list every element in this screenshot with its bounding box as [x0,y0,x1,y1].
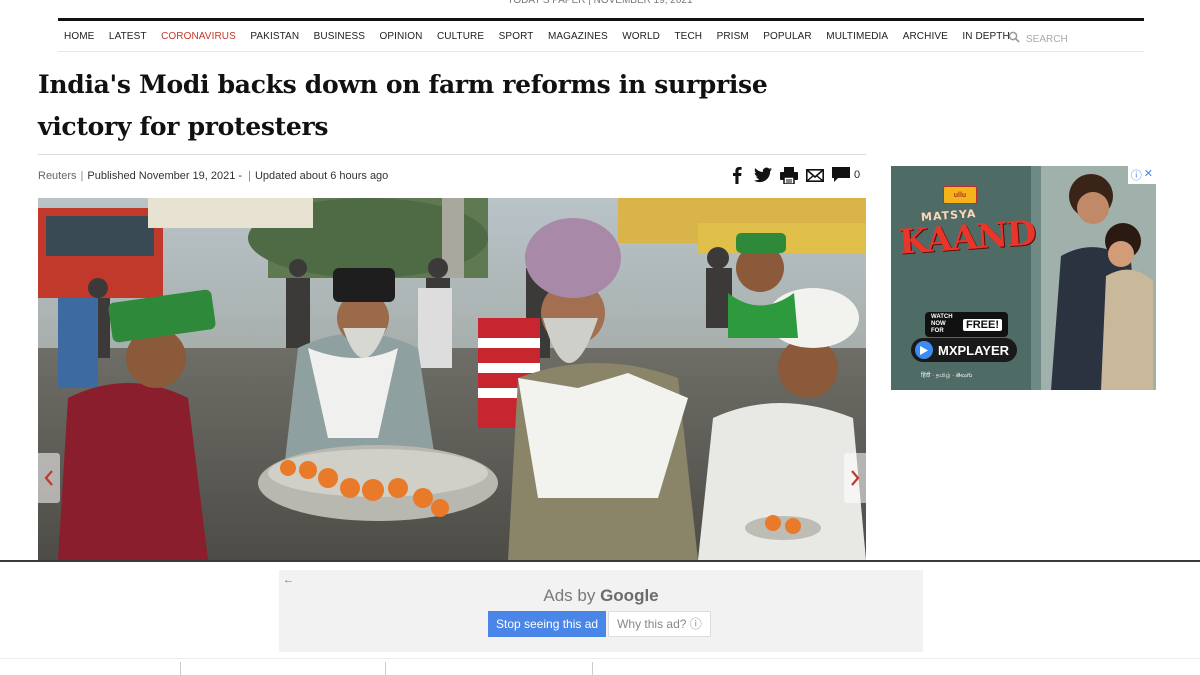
nav-item-latest[interactable]: LATEST [109,31,147,42]
nav-item-culture[interactable]: CULTURE [437,31,484,42]
email-icon[interactable] [806,166,824,184]
nav-item-home[interactable]: HOME [64,31,94,42]
divider [180,662,181,675]
facebook-icon[interactable] [728,166,746,184]
nav-items: HOME LATEST CORONAVIRUS PAKISTAN BUSINESS OPI… [58,31,1024,42]
ad-choices[interactable]: ⓘ ✕ [1127,166,1156,184]
divider [592,662,593,675]
search-input[interactable] [1026,33,1086,45]
anchor-ad-overlay: ← Ads by Google Stop seeing this ad Why … [0,560,1200,658]
ads-feedback-panel: ← Ads by Google Stop seeing this ad Why … [279,570,923,652]
print-icon[interactable] [780,166,798,184]
nav-item-tech[interactable]: TECH [674,31,702,42]
divider [385,662,386,675]
why-this-ad-label: Why this ad? [617,617,687,631]
nav-item-coronavirus[interactable]: CORONAVIRUS [161,31,236,42]
ad-brand-logo: ullu [943,186,977,204]
nav-item-opinion[interactable]: OPINION [380,31,423,42]
comment-count[interactable]: 0 [854,169,860,181]
google-label: Google [600,586,659,605]
article-source[interactable]: Reuters [38,170,77,182]
meta-separator: | [248,170,251,182]
published-date: Published November 19, 2021 - [87,170,243,182]
twitter-icon[interactable] [754,166,772,184]
comment-icon[interactable] [832,166,850,184]
mxplayer-label: MXPLAYER [938,342,1010,358]
nav-item-pakistan[interactable]: PAKISTAN [250,31,299,42]
chevron-right-icon [851,470,860,486]
back-arrow-icon[interactable]: ← [283,574,294,586]
article-headline: India's Modi backs down on farm reforms … [38,70,768,141]
article-photo [38,198,866,560]
ads-by-google: Ads by Google [279,586,923,606]
ads-buttons: Stop seeing this ad Why this ad? ⓘ [488,611,711,637]
ad-watch-badge: WATCH NOW FOR FREE! [925,312,1008,337]
meta-separator: | [80,170,84,182]
slider-prev-button[interactable] [38,453,60,503]
dateline-text: TODAY'S PAPER | NOVEMBER 19, 2021 [507,0,693,6]
share-bar: 0 [728,166,860,184]
protest-photo-illustration [38,198,866,560]
bottom-strip [0,658,1200,675]
nav-item-prism[interactable]: PRISM [717,31,749,42]
nav-item-world[interactable]: WORLD [622,31,660,42]
divider [38,154,866,155]
search-icon[interactable] [1008,30,1020,48]
nav-item-in-depth[interactable]: IN DEPTH [962,31,1009,42]
updated-time: Updated about 6 hours ago [254,170,389,182]
nav-item-magazines[interactable]: MAGAZINES [548,31,608,42]
why-this-ad-button[interactable]: Why this ad? ⓘ [608,611,711,637]
ad-languages: हिंदी · தமிழ் · తెలుగు [921,373,973,379]
main-nav: HOME LATEST CORONAVIRUS PAKISTAN BUSINESS OPI… [58,18,1144,52]
play-icon [915,341,933,359]
ad-watch-label: WATCH NOW FOR [931,314,953,334]
nav-item-archive[interactable]: ARCHIVE [903,31,948,42]
slider-next-button[interactable] [844,453,866,503]
side-advertisement[interactable]: ⓘ ✕ ullu MATSYA KAAND WATCH NOW FOR FREE… [891,166,1156,390]
close-icon[interactable]: ✕ [1144,167,1153,183]
nav-item-multimedia[interactable]: MULTIMEDIA [826,31,888,42]
info-icon[interactable]: ⓘ [1131,167,1142,183]
ad-free-label: FREE! [963,318,1002,331]
info-icon: ⓘ [689,617,702,631]
nav-item-sport[interactable]: SPORT [499,31,534,42]
article-meta: Reuters | Published November 19, 2021 - … [38,170,388,182]
nav-item-popular[interactable]: POPULAR [763,31,812,42]
mxplayer-badge: MXPLAYER [911,338,1018,362]
dateline: TODAY'S PAPER | NOVEMBER 19, 2021 [0,0,1200,8]
ads-by-label: Ads by [543,586,596,605]
nav-item-business[interactable]: BUSINESS [314,31,365,42]
stop-seeing-ad-button[interactable]: Stop seeing this ad [488,611,607,637]
chevron-left-icon [44,470,53,486]
search-box[interactable] [1008,30,1086,48]
